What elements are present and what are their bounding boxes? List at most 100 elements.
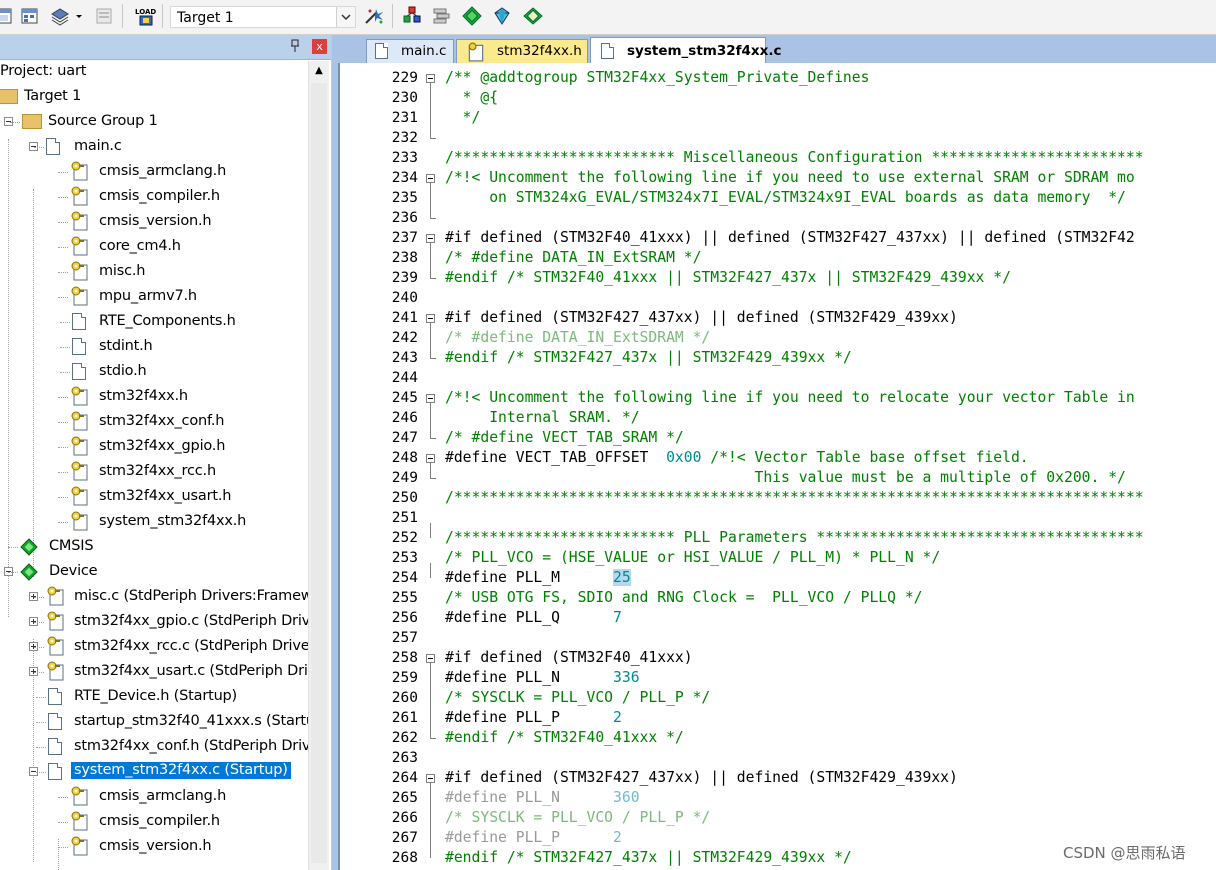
tree-item-stm32f4xx-rcc-h[interactable]: stm32f4xx_rcc.h xyxy=(0,460,308,485)
tree-guide-line xyxy=(58,422,68,423)
tree-guide-line xyxy=(8,547,18,548)
project-tree: Project: uart Target 1 Source Group 1 main.… xyxy=(0,62,308,870)
pack-installer-icon[interactable] xyxy=(462,6,482,26)
code-token: 336 xyxy=(613,669,640,686)
tree-item-target-1[interactable]: Target 1 xyxy=(0,85,308,110)
fold-toggle-icon[interactable] xyxy=(426,174,435,183)
line-number: 240 xyxy=(391,290,418,306)
header-file-icon xyxy=(71,386,88,406)
header-file-icon xyxy=(47,586,64,606)
tree-guide-line xyxy=(58,297,68,298)
tree-item-system-stm32f4xx-h[interactable]: system_stm32f4xx.h xyxy=(0,510,308,535)
code-token: /* #define DATA_IN_ExtSRAM */ xyxy=(445,249,702,266)
code-line: #endif /* STM32F427_437x || STM32F429_43… xyxy=(445,848,852,868)
tree-item-cmsis-compiler-h[interactable]: cmsis_compiler.h xyxy=(0,810,308,835)
target-options-icon[interactable] xyxy=(362,6,386,26)
dropdown-icon[interactable] xyxy=(73,6,85,26)
target-select-arrow[interactable] xyxy=(336,7,355,27)
code-token: This value must be a multiple of 0x200. … xyxy=(445,469,1126,486)
code-line: /* #define DATA_IN_ExtSRAM */ xyxy=(445,248,701,268)
manage-components-icon[interactable] xyxy=(402,6,422,26)
tree-item-cmsis-armclang-h[interactable]: cmsis_armclang.h xyxy=(0,160,308,185)
tree-item-cmsis-compiler-h[interactable]: cmsis_compiler.h xyxy=(0,185,308,210)
tree-item-stm32f4xx-conf-h-stdperiph-driver[interactable]: stm32f4xx_conf.h (StdPeriph Driver xyxy=(0,735,308,760)
tree-item-cmsis-version-h[interactable]: cmsis_version.h xyxy=(0,835,308,860)
tree-item-core-cm4-h[interactable]: core_cm4.h xyxy=(0,235,308,260)
header-file-icon xyxy=(71,811,88,831)
tab-label: main.c xyxy=(401,43,447,59)
fold-toggle-icon[interactable] xyxy=(426,394,435,403)
code-editor[interactable]: 229 230 231 232 233 234 235 236 237 238 239 240 241 2… xyxy=(338,63,1216,870)
tree-item-stm32f4xx-rcc-c-stdperiph-drivers-i[interactable]: stm32f4xx_rcc.c (StdPeriph Drivers:I xyxy=(0,635,308,660)
fold-end xyxy=(430,438,436,439)
tab-main-c[interactable]: main.c xyxy=(366,39,454,63)
tree-item-label: core_cm4.h xyxy=(99,238,181,254)
pin-icon[interactable] xyxy=(290,39,300,56)
tree-item-main-c[interactable]: main.c xyxy=(0,135,308,160)
tree-item-stdio-h[interactable]: stdio.h xyxy=(0,360,308,385)
tree-item-stm32f4xx-gpio-h[interactable]: stm32f4xx_gpio.h xyxy=(0,435,308,460)
fold-toggle-icon[interactable] xyxy=(426,74,435,83)
tree-item-label: Project: uart xyxy=(0,63,87,79)
line-number: 267 xyxy=(391,830,418,846)
component-icon xyxy=(20,563,38,581)
tree-guide-line xyxy=(36,722,46,723)
fold-toggle-icon[interactable] xyxy=(426,454,435,463)
tab-system-stm32f4xx-c[interactable]: system_stm32f4xx.c xyxy=(590,37,781,64)
tree-item-stm32f4xx-conf-h[interactable]: stm32f4xx_conf.h xyxy=(0,410,308,435)
select-pack-icon[interactable] xyxy=(492,6,512,26)
header-file-icon xyxy=(71,836,88,856)
scroll-up-icon[interactable]: ▲ xyxy=(309,61,329,81)
fold-guide xyxy=(430,463,431,478)
tree-item-label: cmsis_compiler.h xyxy=(99,188,220,204)
translate-icon[interactable] xyxy=(94,6,114,26)
scroll-thumb[interactable] xyxy=(311,83,327,863)
tree-guide-line xyxy=(58,172,68,173)
tree-item-system-stm32f4xx-c-startup[interactable]: system_stm32f4xx.c (Startup) xyxy=(0,760,308,785)
tree-item-stm32f4xx-h[interactable]: stm32f4xx.h xyxy=(0,385,308,410)
tree-item-cmsis-version-h[interactable]: cmsis_version.h xyxy=(0,210,308,235)
tab-stm32f4xx-h[interactable]: stm32f4xx.h xyxy=(456,39,588,63)
code-line: /* SYSCLK = PLL_VCO / PLL_P */ xyxy=(445,688,710,708)
fold-toggle-icon[interactable] xyxy=(426,314,435,323)
fold-toggle-icon[interactable] xyxy=(426,774,435,783)
tree-item-label: system_stm32f4xx.h xyxy=(99,513,247,529)
rebuild-icon[interactable] xyxy=(20,6,40,26)
download-icon[interactable]: LOAD xyxy=(134,6,158,26)
tree-item-source-group-1[interactable]: Source Group 1 xyxy=(0,110,308,135)
target-select[interactable]: Target 1 xyxy=(170,6,356,28)
fold-end xyxy=(430,218,436,219)
code-token: /* PLL_VCO = (HSE_VALUE or HSI_VALUE / P… xyxy=(445,549,941,566)
tree-guide-line xyxy=(58,222,68,223)
tree-item-cmsis[interactable]: CMSIS xyxy=(0,535,308,560)
tree-item-label: mpu_armv7.h xyxy=(99,288,197,304)
fold-toggle-icon[interactable] xyxy=(426,234,435,243)
tree-item-startup-stm32f40-41xxx-s-startup[interactable]: startup_stm32f40_41xxx.s (Startup) xyxy=(0,710,308,735)
editor-area: main.c stm32f4xx.h system_stm32f4xx.c 22… xyxy=(332,35,1216,870)
fold-guide xyxy=(430,523,431,538)
tree-item-stm32f4xx-usart-h[interactable]: stm32f4xx_usart.h xyxy=(0,485,308,510)
fold-toggle-icon[interactable] xyxy=(426,654,435,663)
run-time-env-icon[interactable] xyxy=(432,6,452,26)
code-token: /*!< Vector Table base offset field. xyxy=(701,449,1029,466)
tree-item-stm32f4xx-usart-c-stdperiph-driver[interactable]: stm32f4xx_usart.c (StdPeriph Driver xyxy=(0,660,308,685)
close-icon[interactable]: x xyxy=(312,39,327,54)
tree-item-cmsis-armclang-h[interactable]: cmsis_armclang.h xyxy=(0,785,308,810)
tree-guide-line xyxy=(58,472,68,473)
header-file-icon xyxy=(71,411,88,431)
tree-scrollbar[interactable]: ▲ xyxy=(308,61,329,870)
tree-item-stdint-h[interactable]: stdint.h xyxy=(0,335,308,360)
tree-item-rte-components-h[interactable]: RTE_Components.h xyxy=(0,310,308,335)
batch-build-icon[interactable] xyxy=(50,6,70,26)
magic-wand-icon[interactable] xyxy=(522,6,546,26)
code-line: on STM324xG_EVAL/STM324x7I_EVAL/STM324x9… xyxy=(445,188,1126,208)
tree-item-rte-device-h-startup[interactable]: RTE_Device.h (Startup) xyxy=(0,685,308,710)
tree-item-project-uart[interactable]: Project: uart xyxy=(0,62,308,85)
build-icon[interactable] xyxy=(0,6,14,26)
tree-item-misc-c-stdperiph-drivers-framewor[interactable]: misc.c (StdPeriph Drivers:Framewor xyxy=(0,585,308,610)
tree-item-stm32f4xx-gpio-c-stdperiph-drivers[interactable]: stm32f4xx_gpio.c (StdPeriph Drivers xyxy=(0,610,308,635)
tree-item-misc-h[interactable]: misc.h xyxy=(0,260,308,285)
tree-item-device[interactable]: Device xyxy=(0,560,308,585)
tree-guide-line xyxy=(58,247,68,248)
tree-item-mpu-armv7-h[interactable]: mpu_armv7.h xyxy=(0,285,308,310)
